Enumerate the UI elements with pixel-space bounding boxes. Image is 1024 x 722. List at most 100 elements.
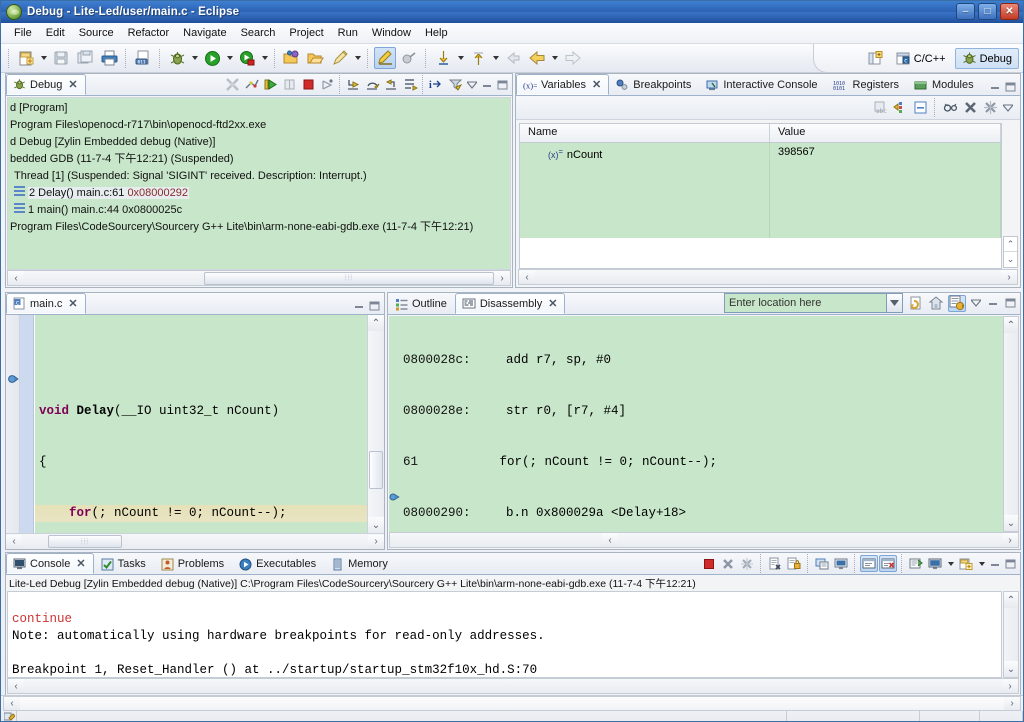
editor-annotation-ruler[interactable]	[6, 315, 20, 533]
debug-tree-row[interactable]: bedded GDB (11-7-4 下午12:21) (Suspended)	[8, 151, 510, 168]
minimize-button[interactable]	[988, 80, 1002, 94]
editor-code-area[interactable]: void Delay(__IO uint32_t nCount) { for(;…	[35, 315, 367, 533]
debug-tree-row[interactable]: d Debug [Zylin Embedded debug (Native)]	[8, 134, 510, 151]
scroll-left-icon[interactable]: ‹	[602, 533, 618, 547]
save-button[interactable]	[50, 47, 72, 69]
tab-variables[interactable]: (x)= Variables ✕	[516, 74, 610, 95]
save-all-button[interactable]	[74, 47, 96, 69]
scroll-track[interactable]	[368, 489, 384, 517]
run-dropdown[interactable]	[224, 47, 235, 69]
menu-navigate[interactable]: Navigate	[176, 25, 233, 41]
next-annotation-button[interactable]	[432, 47, 454, 69]
external-tools-button[interactable]	[236, 47, 258, 69]
table-row[interactable]	[520, 181, 1001, 200]
scroll-track[interactable]	[1004, 608, 1018, 661]
scroll-thumb[interactable]: ⦙⦙⦙	[48, 535, 122, 548]
back-history-button[interactable]	[502, 47, 524, 69]
maximize-button[interactable]	[495, 78, 509, 92]
breakpoint-marker-icon[interactable]	[389, 454, 403, 501]
scroll-up-icon[interactable]: ⌃	[1004, 317, 1018, 333]
run-button[interactable]	[201, 47, 223, 69]
search-button[interactable]	[329, 47, 351, 69]
scroll-right-icon[interactable]: ›	[494, 271, 510, 285]
editor-overview-ruler[interactable]	[20, 315, 34, 533]
forward-history-button[interactable]	[561, 47, 583, 69]
minimize-button[interactable]	[352, 299, 366, 313]
column-header-name[interactable]: Name	[520, 124, 770, 142]
tab-modules[interactable]: Modules	[907, 74, 982, 95]
prev-edit-dropdown[interactable]	[549, 47, 560, 69]
scroll-up-icon[interactable]: ⌃	[368, 315, 384, 331]
tab-debug[interactable]: Debug ✕	[6, 74, 86, 95]
debug-tree-hscrollbar[interactable]: ‹ ⦙⦙⦙ ›	[7, 270, 511, 286]
table-row[interactable]	[520, 200, 1001, 219]
disconnect-button[interactable]	[223, 76, 241, 93]
tab-breakpoints[interactable]: Breakpoints	[609, 74, 699, 95]
minimize-button[interactable]	[988, 557, 1002, 571]
view-menu-button[interactable]	[969, 296, 983, 310]
breakpoint-marker-icon[interactable]	[7, 373, 19, 385]
previous-annotation-button[interactable]	[467, 47, 489, 69]
location-combo[interactable]: Enter location here	[724, 293, 903, 313]
scroll-right-icon[interactable]: ›	[1002, 679, 1018, 693]
view-menu-button[interactable]	[1001, 101, 1015, 115]
debug-tree-row[interactable]: Program Files\CodeSourcery\Sourcery G++ …	[8, 219, 510, 236]
toggle-marker-button[interactable]	[374, 47, 396, 69]
home-button[interactable]	[927, 295, 945, 312]
tab-tasks[interactable]: Tasks	[94, 553, 154, 574]
variable-value[interactable]: 398567	[770, 143, 1001, 162]
use-step-filters-button[interactable]	[446, 76, 464, 93]
menu-search[interactable]: Search	[234, 25, 283, 41]
minimize-window-button[interactable]: –	[956, 3, 975, 20]
new-wizard-dropdown[interactable]	[38, 47, 49, 69]
stderr-console-button[interactable]	[879, 555, 897, 572]
tab-console[interactable]: Console ✕	[6, 553, 94, 574]
editor-hscrollbar[interactable]: ‹ ⦙⦙⦙ ›	[6, 533, 384, 549]
open-perspective-button[interactable]	[864, 48, 887, 69]
show-console-on-output-button[interactable]	[813, 555, 831, 572]
open-console-button[interactable]	[907, 555, 925, 572]
column-header-value[interactable]: Value	[770, 124, 1001, 142]
tab-main-c[interactable]: c main.c ✕	[6, 293, 86, 314]
display-console-dropdown[interactable]	[945, 555, 956, 572]
watch-expression-button[interactable]	[941, 99, 959, 116]
terminate-button[interactable]	[700, 555, 718, 572]
show-type-names-button[interactable]: abc	[871, 99, 889, 116]
drop-to-frame-button[interactable]	[401, 76, 419, 93]
next-annotation-dropdown[interactable]	[455, 47, 466, 69]
scroll-up-icon[interactable]: ⌃	[1004, 237, 1017, 252]
scroll-right-icon[interactable]: ›	[368, 534, 384, 549]
refresh-button[interactable]	[906, 295, 924, 312]
menu-file[interactable]: File	[7, 25, 39, 41]
status-scrollbar[interactable]: ‹ ›	[3, 696, 1021, 711]
disassembly-vscrollbar[interactable]: ⌃ ⌄	[1003, 316, 1019, 532]
disassembly-hscrollbar[interactable]: ‹ ›	[389, 532, 1019, 548]
menu-refactor[interactable]: Refactor	[121, 25, 177, 41]
tab-registers[interactable]: 1010 0101 Registers	[826, 74, 907, 95]
menu-edit[interactable]: Edit	[39, 25, 72, 41]
scroll-up-icon[interactable]: ⌃	[1004, 592, 1018, 608]
disasm-line[interactable]: 08000290: b.n 0x800029a <Delay+18>	[389, 505, 1003, 522]
skip-breakpoints-button[interactable]	[398, 47, 420, 69]
show-logical-structure-button[interactable]	[891, 99, 909, 116]
console-hscrollbar[interactable]: ‹ ›	[7, 678, 1019, 694]
table-row[interactable]	[520, 219, 1001, 238]
close-icon[interactable]: ✕	[68, 78, 77, 91]
code-line[interactable]: {	[35, 454, 367, 471]
scroll-right-icon[interactable]: ›	[1002, 533, 1018, 547]
lock-scroll-button[interactable]	[785, 555, 803, 572]
editor-vscrollbar[interactable]: ⌃ ⌄	[367, 315, 384, 533]
scroll-left-icon[interactable]: ‹	[519, 270, 535, 284]
prev-edit-button[interactable]	[526, 47, 548, 69]
tab-disassembly[interactable]: Disassembly ✕	[454, 293, 566, 314]
menu-help[interactable]: Help	[418, 25, 455, 41]
table-row[interactable]	[520, 162, 1001, 181]
scroll-left-icon[interactable]: ‹	[8, 679, 24, 693]
tab-memory[interactable]: Memory	[324, 553, 396, 574]
code-line[interactable]	[35, 352, 367, 369]
tab-outline[interactable]: Outline	[388, 293, 455, 314]
close-icon[interactable]: ✕	[592, 78, 601, 91]
menu-window[interactable]: Window	[365, 25, 418, 41]
close-icon[interactable]: ✕	[76, 557, 85, 570]
scroll-down-icon[interactable]: ⌄	[1004, 252, 1017, 267]
